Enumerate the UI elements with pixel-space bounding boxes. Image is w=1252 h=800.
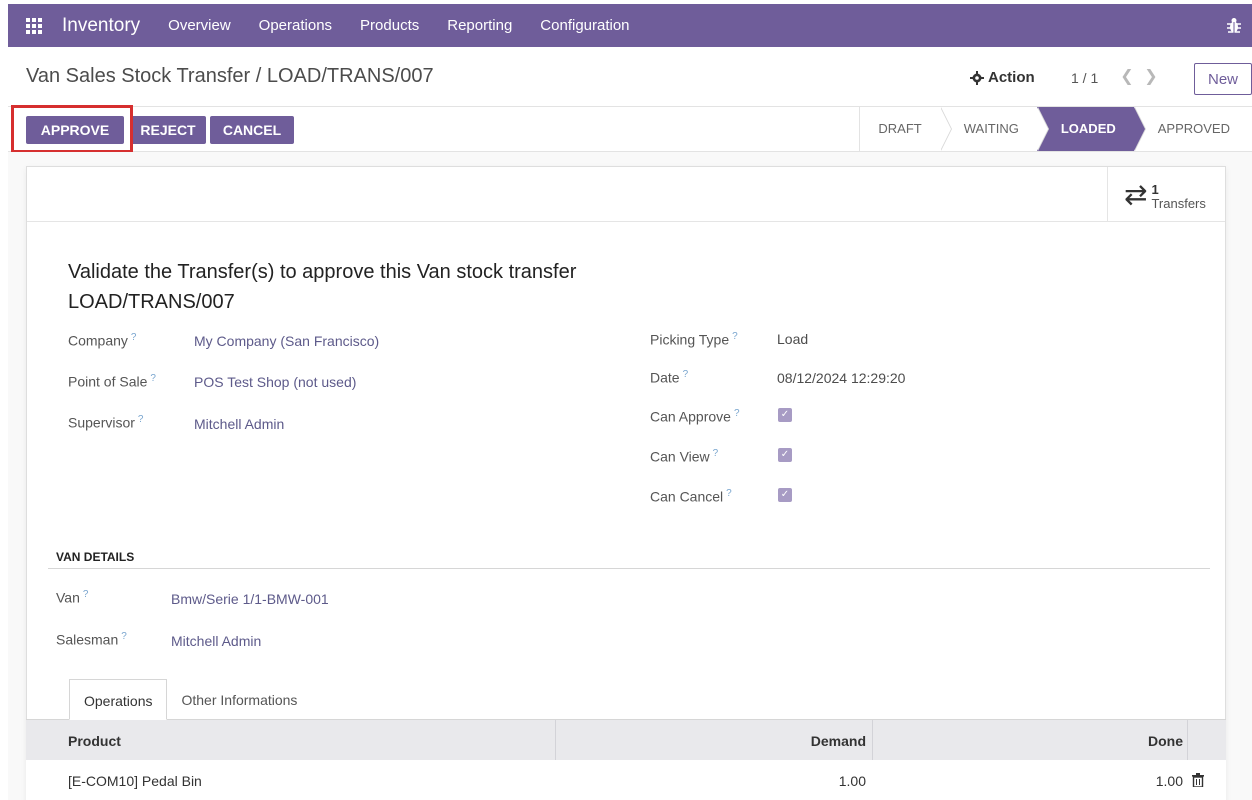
pager-value[interactable]: 1 / 1 [1071, 70, 1098, 86]
help-icon[interactable]: ? [726, 488, 732, 499]
menu-overview[interactable]: Overview [154, 17, 245, 34]
tab-operations[interactable]: Operations [69, 679, 168, 720]
transfer-arrows-icon: ⇄ [1124, 178, 1148, 210]
date-label: Date? [650, 369, 689, 386]
action-label: Action [988, 69, 1035, 86]
control-panel: Van Sales Stock Transfer / LOAD/TRANS/00… [8, 55, 1252, 103]
trash-icon[interactable] [1192, 773, 1204, 787]
help-icon[interactable]: ? [138, 414, 144, 425]
stage-waiting[interactable]: WAITING [939, 107, 1049, 151]
salesman-label: Salesman? [56, 631, 127, 648]
van-details-title: VAN DETAILS [56, 550, 135, 564]
table-row[interactable]: [E-COM10] Pedal Bin 1.00 1.00 [26, 760, 1226, 800]
bug-icon[interactable] [1226, 16, 1242, 34]
form-title: Validate the Transfer(s) to approve this… [68, 261, 577, 313]
help-icon[interactable]: ? [713, 448, 719, 459]
notebook-tabs: Operations Other Informations [69, 679, 311, 720]
stage-approved[interactable]: APPROVED [1133, 107, 1252, 151]
help-icon[interactable]: ? [83, 589, 89, 600]
company-label: Company? [68, 332, 137, 349]
column-done[interactable]: Done [1148, 720, 1183, 760]
apps-grid-icon[interactable] [26, 17, 42, 34]
app-name[interactable]: Inventory [62, 15, 140, 37]
van-value[interactable]: Bmw/Serie 1/1-BMW-001 [171, 591, 329, 607]
transfers-label: Transfers [1151, 195, 1206, 211]
transfers-smart-button[interactable]: ⇄ 1 Transfers [1107, 167, 1225, 222]
date-value[interactable]: 08/12/2024 12:29:20 [777, 370, 905, 386]
cancel-button[interactable]: CANCEL [210, 116, 294, 144]
tab-other-informations[interactable]: Other Informations [167, 679, 311, 720]
transfers-count: 1 [1151, 181, 1159, 197]
supervisor-value[interactable]: Mitchell Admin [194, 416, 284, 432]
menu-reporting[interactable]: Reporting [433, 17, 526, 34]
menu-configuration[interactable]: Configuration [526, 17, 643, 34]
can-approve-label: Can Approve? [650, 408, 740, 425]
help-icon[interactable]: ? [734, 408, 740, 419]
demand-cell[interactable]: 1.00 [839, 760, 866, 800]
approve-button[interactable]: APPROVE [26, 116, 124, 144]
can-view-checkbox[interactable]: ✓ [778, 448, 792, 462]
column-separator [555, 720, 556, 760]
help-icon[interactable]: ? [121, 631, 127, 642]
company-value[interactable]: My Company (San Francisco) [194, 333, 379, 349]
reject-button[interactable]: REJECT [130, 116, 206, 144]
help-icon[interactable]: ? [683, 369, 689, 380]
chevron-right-icon[interactable]: ❯ [1142, 66, 1160, 88]
section-divider [48, 568, 1210, 569]
done-cell[interactable]: 1.00 [1156, 760, 1183, 800]
new-button[interactable]: New [1194, 63, 1252, 95]
can-cancel-checkbox[interactable]: ✓ [778, 488, 792, 502]
stage-draft[interactable]: DRAFT [859, 107, 953, 151]
product-cell[interactable]: [E-COM10] Pedal Bin [68, 760, 202, 800]
column-demand[interactable]: Demand [811, 720, 866, 760]
can-cancel-label: Can Cancel? [650, 488, 732, 505]
help-icon[interactable]: ? [131, 332, 137, 343]
can-view-label: Can View? [650, 448, 719, 465]
status-bar: APPROVE REJECT CANCEL DRAFT WAITING LOAD… [8, 105, 1252, 153]
menu-products[interactable]: Products [346, 17, 433, 34]
help-icon[interactable]: ? [150, 373, 156, 384]
picking-type-value[interactable]: Load [777, 331, 808, 347]
smart-button-box: ⇄ 1 Transfers [27, 167, 1225, 222]
salesman-value[interactable]: Mitchell Admin [171, 633, 261, 649]
help-icon[interactable]: ? [732, 331, 738, 342]
supervisor-label: Supervisor? [68, 414, 144, 431]
action-button[interactable]: Action [970, 69, 1035, 86]
column-product[interactable]: Product [68, 720, 121, 760]
table-header: Product Demand Done [26, 720, 1226, 760]
top-navbar: Inventory Overview Operations Products R… [8, 4, 1252, 47]
stage-loaded[interactable]: LOADED [1036, 107, 1146, 151]
can-approve-checkbox[interactable]: ✓ [778, 408, 792, 422]
gear-icon [970, 70, 984, 85]
chevron-left-icon[interactable]: ❮ [1118, 66, 1136, 88]
menu-operations[interactable]: Operations [245, 17, 346, 34]
point-of-sale-label: Point of Sale? [68, 373, 156, 390]
breadcrumb[interactable]: Van Sales Stock Transfer / LOAD/TRANS/00… [26, 65, 434, 88]
point-of-sale-value[interactable]: POS Test Shop (not used) [194, 374, 356, 390]
van-label: Van? [56, 589, 89, 606]
picking-type-label: Picking Type? [650, 331, 738, 348]
column-separator [1187, 720, 1188, 760]
stage-bar: DRAFT WAITING LOADED APPROVED [859, 107, 1252, 151]
column-separator [872, 720, 873, 760]
